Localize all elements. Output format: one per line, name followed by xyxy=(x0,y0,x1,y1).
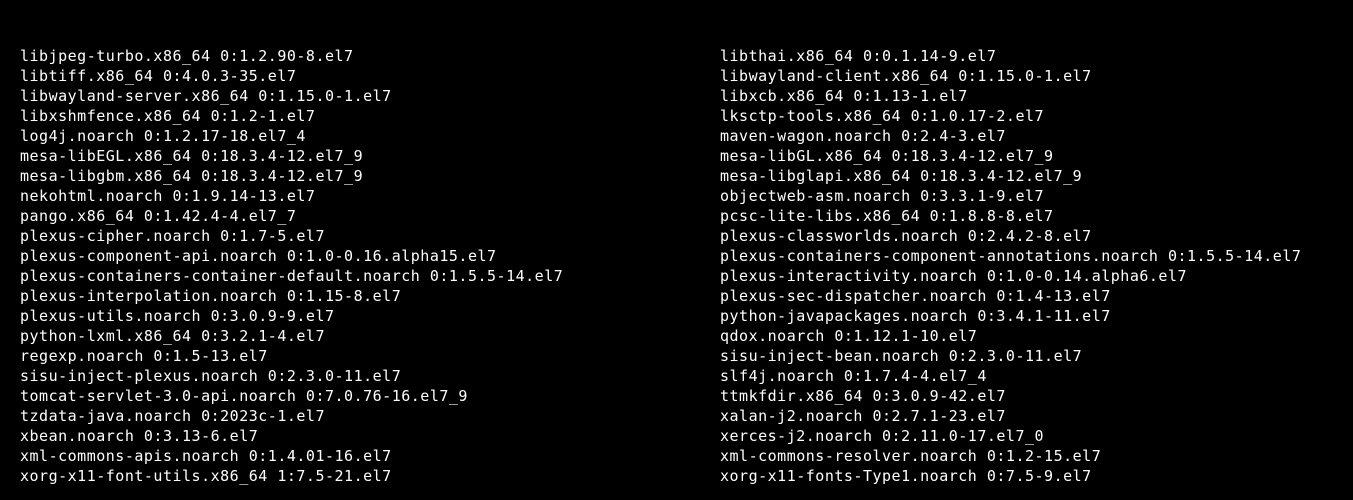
package-line: nekohtml.noarch 0:1.9.14-13.el7 xyxy=(20,186,720,206)
terminal-output: libjpeg-turbo.x86_64 0:1.2.90-8.el7libti… xyxy=(0,0,1353,500)
package-line: pcsc-lite-libs.x86_64 0:1.8.8-8.el7 xyxy=(720,206,1353,226)
package-line: plexus-utils.noarch 0:3.0.9-9.el7 xyxy=(20,306,720,326)
package-line: maven-wagon.noarch 0:2.4-3.el7 xyxy=(720,126,1353,146)
package-line: qdox.noarch 0:1.12.1-10.el7 xyxy=(720,326,1353,346)
package-column-left: libjpeg-turbo.x86_64 0:1.2.90-8.el7libti… xyxy=(20,46,720,486)
package-line: xerces-j2.noarch 0:2.11.0-17.el7_0 xyxy=(720,426,1353,446)
package-line: python-lxml.x86_64 0:3.2.1-4.el7 xyxy=(20,326,720,346)
package-line: xbean.noarch 0:3.13-6.el7 xyxy=(20,426,720,446)
package-line: objectweb-asm.noarch 0:3.3.1-9.el7 xyxy=(720,186,1353,206)
package-line: libxcb.x86_64 0:1.13-1.el7 xyxy=(720,86,1353,106)
package-line: libwayland-server.x86_64 0:1.15.0-1.el7 xyxy=(20,86,720,106)
package-line: plexus-interactivity.noarch 0:1.0-0.14.a… xyxy=(720,266,1353,286)
package-line: plexus-classworlds.noarch 0:2.4.2-8.el7 xyxy=(720,226,1353,246)
package-line: mesa-libglapi.x86_64 0:18.3.4-12.el7_9 xyxy=(720,166,1353,186)
package-line: xml-commons-apis.noarch 0:1.4.01-16.el7 xyxy=(20,446,720,466)
package-line: libtiff.x86_64 0:4.0.3-35.el7 xyxy=(20,66,720,86)
package-line: xml-commons-resolver.noarch 0:1.2-15.el7 xyxy=(720,446,1353,466)
package-column-right: libthai.x86_64 0:0.1.14-9.el7libwayland-… xyxy=(720,46,1353,486)
package-line: python-javapackages.noarch 0:3.4.1-11.el… xyxy=(720,306,1353,326)
package-line: plexus-interpolation.noarch 0:1.15-8.el7 xyxy=(20,286,720,306)
package-line: tzdata-java.noarch 0:2023c-1.el7 xyxy=(20,406,720,426)
package-line: sisu-inject-bean.noarch 0:2.3.0-11.el7 xyxy=(720,346,1353,366)
package-line: regexp.noarch 0:1.5-13.el7 xyxy=(20,346,720,366)
package-line: xalan-j2.noarch 0:2.7.1-23.el7 xyxy=(720,406,1353,426)
package-line: ttmkfdir.x86_64 0:3.0.9-42.el7 xyxy=(720,386,1353,406)
package-line: xorg-x11-font-utils.x86_64 1:7.5-21.el7 xyxy=(20,466,720,486)
package-line: mesa-libEGL.x86_64 0:18.3.4-12.el7_9 xyxy=(20,146,720,166)
package-line: slf4j.noarch 0:1.7.4-4.el7_4 xyxy=(720,366,1353,386)
package-line: plexus-containers-container-default.noar… xyxy=(20,266,720,286)
package-line: log4j.noarch 0:1.2.17-18.el7_4 xyxy=(20,126,720,146)
package-line: plexus-cipher.noarch 0:1.7-5.el7 xyxy=(20,226,720,246)
package-line: pango.x86_64 0:1.42.4-4.el7_7 xyxy=(20,206,720,226)
package-line: libxshmfence.x86_64 0:1.2-1.el7 xyxy=(20,106,720,126)
package-line: sisu-inject-plexus.noarch 0:2.3.0-11.el7 xyxy=(20,366,720,386)
package-line: libwayland-client.x86_64 0:1.15.0-1.el7 xyxy=(720,66,1353,86)
package-line: plexus-sec-dispatcher.noarch 0:1.4-13.el… xyxy=(720,286,1353,306)
package-line: plexus-component-api.noarch 0:1.0-0.16.a… xyxy=(20,246,720,266)
package-line: plexus-containers-component-annotations.… xyxy=(720,246,1353,266)
package-line: mesa-libgbm.x86_64 0:18.3.4-12.el7_9 xyxy=(20,166,720,186)
package-line: libthai.x86_64 0:0.1.14-9.el7 xyxy=(720,46,1353,66)
package-line: tomcat-servlet-3.0-api.noarch 0:7.0.76-1… xyxy=(20,386,720,406)
package-line: xorg-x11-fonts-Type1.noarch 0:7.5-9.el7 xyxy=(720,466,1353,486)
package-line: mesa-libGL.x86_64 0:18.3.4-12.el7_9 xyxy=(720,146,1353,166)
package-line: lksctp-tools.x86_64 0:1.0.17-2.el7 xyxy=(720,106,1353,126)
package-line: libjpeg-turbo.x86_64 0:1.2.90-8.el7 xyxy=(20,46,720,66)
